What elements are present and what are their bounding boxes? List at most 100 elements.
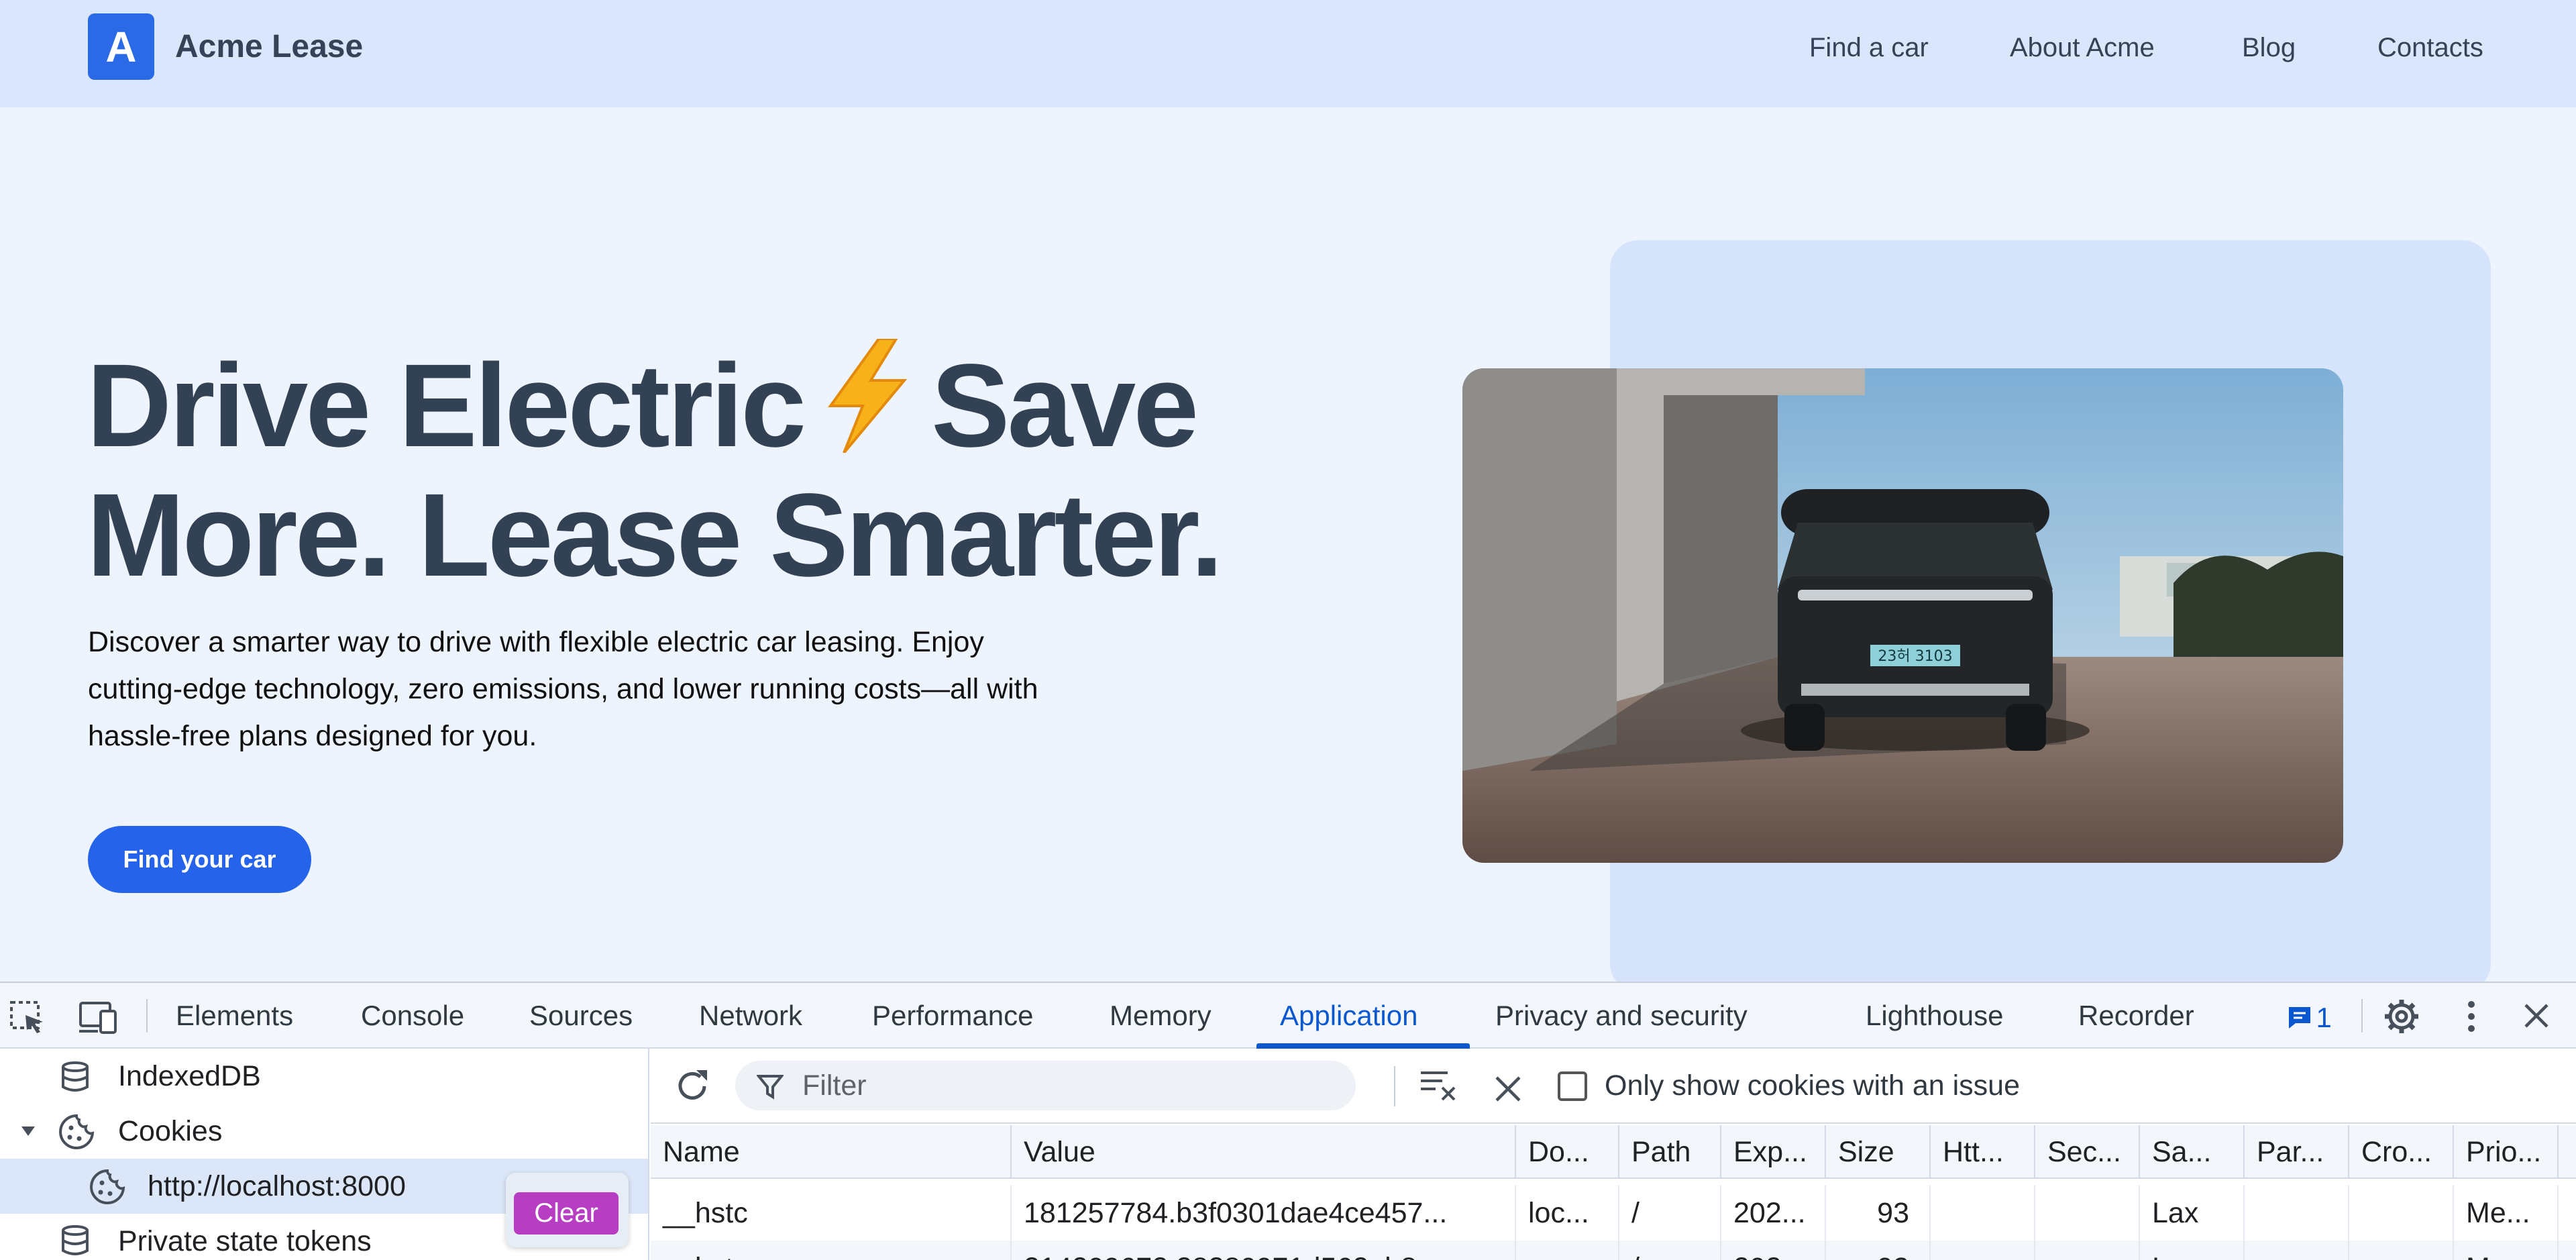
cell-path: / (1619, 1241, 1721, 1260)
brand-name[interactable]: Acme Lease (175, 27, 363, 67)
sidebar-label: Private state tokens (118, 1225, 372, 1257)
tab-recorder[interactable]: Recorder (2078, 998, 2194, 1034)
lightning-icon (817, 337, 918, 474)
cookie-icon (90, 1169, 125, 1204)
devtools-tab-bar: Elements Console Sources Network Perform… (0, 983, 2576, 1049)
toolbar-separator (1394, 1066, 1395, 1106)
column-header-domain[interactable]: Do... (1516, 1125, 1619, 1179)
hero-car-image: 23허 3103 (1462, 368, 2343, 863)
sidebar-item-indexeddb[interactable]: IndexedDB (0, 1049, 648, 1104)
filter-icon (757, 1075, 784, 1100)
nav-link-contacts[interactable]: Contacts (2377, 30, 2483, 66)
database-icon (62, 1061, 89, 1092)
logo-badge[interactable]: A (88, 13, 154, 80)
find-your-car-button[interactable]: Find your car (88, 826, 311, 893)
hero-title: Drive Electric Save More. Lease Smarter. (87, 337, 1294, 597)
device-toolbar-icon[interactable] (78, 1000, 119, 1037)
cell-expires: 202... (1721, 1241, 1826, 1260)
nav-link-find-a-car[interactable]: Find a car (1809, 30, 1929, 66)
cookies-table: Name Value Do... Path Exp... Size Htt... Sec...… (651, 1125, 2576, 1260)
tab-network[interactable]: Network (699, 998, 802, 1034)
cookies-toolbar: Only show cookies with an issue (651, 1049, 2576, 1124)
nav-link-about[interactable]: About Acme (2010, 30, 2155, 66)
nav-link-blog[interactable]: Blog (2242, 30, 2296, 66)
tab-privacy-and-security[interactable]: Privacy and security (1495, 998, 1748, 1034)
inspect-element-icon[interactable] (9, 1000, 47, 1037)
cell-secure (2035, 1186, 2140, 1241)
database-icon (62, 1225, 89, 1255)
clear-button[interactable]: Clear (514, 1192, 619, 1235)
cell-priority: Me... (2454, 1186, 2559, 1241)
column-header-httponly[interactable]: Htt... (1931, 1125, 2035, 1179)
table-row[interactable]: __hstc214209672.28280971d562ab8e....pro.… (651, 1241, 2576, 1260)
clear-tooltip-popup: Clear (506, 1173, 629, 1247)
table-row[interactable]: __hstc 181257784.b3f0301dae4ce457... loc..… (651, 1186, 2576, 1241)
issues-message-icon (2289, 1007, 2310, 1029)
column-header-expires[interactable]: Exp... (1721, 1125, 1826, 1179)
tab-lighthouse[interactable]: Lighthouse (1866, 998, 2004, 1034)
table-body: __hstc 181257784.b3f0301dae4ce457... loc..… (651, 1179, 2576, 1260)
filter-input[interactable] (802, 1061, 1339, 1110)
filter-box[interactable] (735, 1061, 1356, 1110)
hero-description: Discover a smarter way to drive with fle… (88, 626, 1038, 752)
close-devtools-icon[interactable] (2524, 1003, 2549, 1032)
only-issues-label: Only show cookies with an issue (1605, 1069, 2021, 1102)
cell-value: 214209672.28280971d562ab8e... (1012, 1241, 1516, 1260)
column-header-samesite[interactable]: Sa... (2140, 1125, 2245, 1179)
cell-httponly (1931, 1241, 2035, 1260)
tab-separator (2361, 999, 2363, 1033)
cell-samesite: Lax (2140, 1186, 2245, 1241)
sidebar-item-cookies[interactable]: Cookies (0, 1104, 648, 1159)
tab-elements[interactable]: Elements (176, 998, 293, 1034)
cell-domain: loc... (1516, 1186, 1619, 1241)
site-header (0, 0, 2576, 107)
only-issues-checkbox[interactable] (1558, 1071, 1587, 1101)
cell-size: 93 (1826, 1186, 1931, 1241)
delete-selected-cookie-icon[interactable] (1495, 1075, 1521, 1106)
issues-count: 1 (2316, 1002, 2332, 1033)
column-header-size[interactable]: Size (1826, 1125, 1931, 1179)
cell-cross-site (2349, 1186, 2454, 1241)
sidebar-label: http://localhost:8000 (148, 1170, 406, 1202)
tab-separator (146, 999, 148, 1033)
table-header: Name Value Do... Path Exp... Size Htt... Sec...… (651, 1125, 2576, 1179)
tab-sources[interactable]: Sources (529, 998, 633, 1034)
expand-arrow-icon[interactable] (20, 1125, 36, 1137)
car-plate: 23허 3103 (1878, 648, 1952, 665)
cell-path: / (1619, 1186, 1721, 1241)
sidebar-label: IndexedDB (118, 1060, 261, 1092)
column-header-path[interactable]: Path (1619, 1125, 1721, 1179)
settings-gear-icon[interactable] (2383, 998, 2420, 1039)
cell-domain: .pro... (1516, 1241, 1619, 1260)
column-header-secure[interactable]: Sec... (2035, 1125, 2140, 1179)
refresh-icon[interactable] (672, 1066, 712, 1110)
cookie-icon (59, 1114, 95, 1149)
cell-partition (2245, 1186, 2349, 1241)
column-header-cross-site[interactable]: Cro... (2349, 1125, 2454, 1179)
cell-expires: 202... (1721, 1186, 1826, 1241)
cell-name: __hstc (651, 1186, 1012, 1241)
active-tab-indicator (1256, 1043, 1470, 1049)
column-header-name[interactable]: Name (651, 1125, 1012, 1179)
hero-title-part1: Drive Electric (87, 340, 806, 472)
sidebar-label: Cookies (118, 1115, 223, 1147)
column-header-partition[interactable]: Par... (2245, 1125, 2349, 1179)
issues-badge[interactable]: 1 (2286, 1002, 2332, 1034)
tab-memory[interactable]: Memory (1110, 998, 1212, 1034)
column-header-priority[interactable]: Prio... (2454, 1125, 2559, 1179)
cell-cross-site (2349, 1241, 2454, 1260)
cell-priority: Me... (2454, 1241, 2559, 1260)
cell-size: 93 (1826, 1241, 1931, 1260)
cell-value: 181257784.b3f0301dae4ce457... (1012, 1186, 1516, 1241)
cell-partition (2245, 1241, 2349, 1260)
tab-application[interactable]: Application (1280, 998, 1417, 1034)
cell-httponly (1931, 1186, 2035, 1241)
cell-secure (2035, 1241, 2140, 1260)
clear-filtered-cookies-icon[interactable] (1418, 1069, 1458, 1106)
devtools-panel: Elements Console Sources Network Perform… (0, 982, 2576, 1260)
more-options-icon[interactable] (2466, 1000, 2477, 1036)
column-header-value[interactable]: Value (1012, 1125, 1516, 1179)
cell-name: __hstc (651, 1241, 1012, 1260)
tab-console[interactable]: Console (361, 998, 464, 1034)
tab-performance[interactable]: Performance (872, 998, 1033, 1034)
